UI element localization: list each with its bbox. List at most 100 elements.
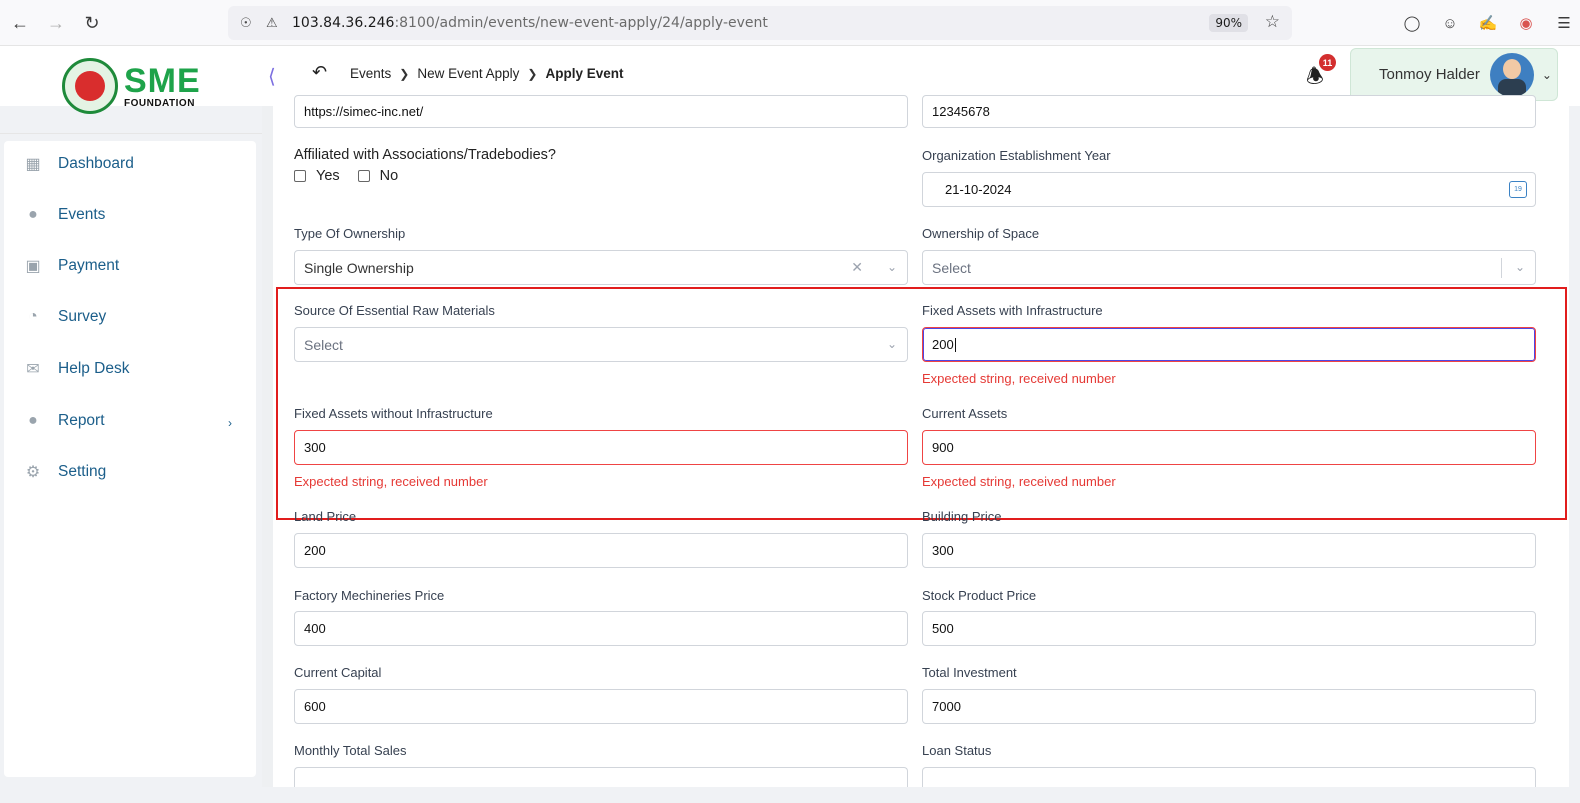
current-assets-field[interactable]: 900	[922, 430, 1536, 465]
undo-back-icon[interactable]: ↶	[312, 62, 327, 83]
grid-icon: ▦	[25, 156, 41, 173]
building-price-value: 300	[932, 543, 954, 558]
total-investment-label: Total Investment	[922, 665, 1017, 680]
ownership-type-value: Single Ownership	[304, 259, 414, 276]
fixed-assets-with-field[interactable]: 200	[922, 327, 1536, 362]
lock-icon: ●	[28, 206, 38, 223]
breadcrumb-events[interactable]: Events	[350, 66, 391, 81]
reload-icon[interactable]: ↻	[74, 5, 110, 41]
avatar	[1489, 52, 1534, 97]
gear-icon: ⚙	[25, 464, 41, 481]
land-price-field[interactable]: 200	[294, 533, 908, 568]
sidebar-divider	[0, 133, 262, 134]
back-arrow-icon[interactable]: ←	[2, 5, 38, 41]
sidebar-item-label: Events	[58, 206, 106, 223]
user-name: Tonmoy Halder	[1379, 66, 1480, 83]
ownership-type-label: Type Of Ownership	[294, 226, 406, 241]
calendar-icon[interactable]: 19	[1509, 181, 1527, 198]
breadcrumb-separator-icon: ❯	[399, 66, 410, 81]
extensions-icon[interactable]: ✍	[1478, 13, 1498, 33]
establishment-year-label: Organization Establishment Year	[922, 148, 1111, 163]
addon-icon[interactable]: ◉	[1516, 13, 1536, 33]
total-investment-field[interactable]: 7000	[922, 689, 1536, 724]
sidebar-item-help-desk[interactable]: ✉ Help Desk	[22, 354, 130, 384]
sidebar-item-label: Dashboard	[58, 155, 134, 172]
account-icon[interactable]: ☺	[1440, 13, 1460, 33]
content-gutter	[262, 106, 273, 787]
lock-icon: ●	[28, 412, 38, 429]
land-price-label: Land Price	[294, 509, 357, 524]
notification-badge: 11	[1319, 54, 1336, 71]
current-capital-field[interactable]: 600	[294, 689, 908, 724]
factory-price-field[interactable]: 400	[294, 611, 908, 646]
factory-price-value: 400	[304, 621, 326, 636]
mail-icon: ✉	[26, 361, 40, 378]
fixed-assets-with-error: Expected string, received number	[922, 371, 1116, 386]
land-price-value: 200	[304, 543, 326, 558]
current-capital-label: Current Capital	[294, 665, 382, 680]
fixed-assets-with-label: Fixed Assets with Infrastructure	[922, 303, 1103, 318]
current-assets-value: 900	[932, 440, 954, 455]
breadcrumb-separator-icon: ❯	[527, 66, 538, 81]
establishment-year-field[interactable]: 21-10-2024 19	[922, 172, 1536, 207]
zoom-level[interactable]: 90%	[1209, 14, 1248, 32]
sidebar-item-payment[interactable]: ▣ Payment	[22, 251, 119, 281]
ownership-space-placeholder: Select	[932, 259, 971, 276]
breadcrumb: Events ❯ New Event Apply ❯ Apply Event	[350, 66, 623, 81]
forward-arrow-icon[interactable]: →	[38, 5, 74, 41]
chevron-down-icon[interactable]: ⌄	[1515, 260, 1525, 274]
bookmark-star-icon[interactable]: ☆	[1265, 12, 1280, 32]
address-bar[interactable]: ☉ ⚠ 103.84.36.246:8100/admin/events/new-…	[228, 6, 1292, 40]
phone-field[interactable]: 12345678	[922, 95, 1536, 128]
pie-icon: ◔	[28, 308, 38, 325]
monthly-sales-field[interactable]	[294, 767, 908, 787]
affiliated-label: Affiliated with Associations/Tradebodies…	[294, 147, 556, 163]
sidebar-item-label: Payment	[58, 257, 120, 274]
affiliated-yes-checkbox[interactable]	[294, 170, 306, 182]
clear-icon[interactable]: ✕	[851, 259, 863, 276]
logo-sme-text: SME	[124, 61, 201, 100]
ownership-space-label: Ownership of Space	[922, 226, 1040, 241]
total-investment-value: 7000	[932, 699, 961, 714]
chevron-down-icon[interactable]: ⌄	[1542, 68, 1552, 82]
shield-icon[interactable]: ☉	[240, 15, 254, 31]
browser-toolbar: ← → ↻ ☉ ⚠ 103.84.36.246:8100/admin/event…	[0, 0, 1580, 46]
factory-price-label: Factory Mechineries Price	[294, 588, 445, 603]
building-price-field[interactable]: 300	[922, 533, 1536, 568]
fixed-assets-without-value: 300	[304, 440, 326, 455]
url-host: 103.84.36.246	[292, 15, 395, 31]
sidebar-item-report[interactable]: ● Report	[22, 406, 105, 436]
url-path: :8100/admin/events/new-event-apply/24/ap…	[394, 15, 768, 31]
loan-status-label: Loan Status	[922, 743, 992, 758]
sidebar-item-survey[interactable]: ◔ Survey	[22, 302, 106, 332]
raw-materials-label: Source Of Essential Raw Materials	[294, 303, 495, 318]
sidebar-item-setting[interactable]: ⚙ Setting	[22, 457, 106, 487]
website-field[interactable]: https://simec-inc.net/	[294, 95, 908, 128]
stock-price-field[interactable]: 500	[922, 611, 1536, 646]
pocket-icon[interactable]: ◯	[1402, 13, 1422, 33]
chevron-down-icon[interactable]: ⌄	[887, 337, 897, 351]
sidebar-item-events[interactable]: ● Events	[22, 200, 105, 230]
chevron-down-icon[interactable]: ⌄	[887, 260, 897, 274]
monthly-sales-label: Monthly Total Sales	[294, 743, 407, 758]
sidebar-item-label: Report	[58, 412, 105, 429]
insecure-lock-icon[interactable]: ⚠	[266, 15, 280, 31]
menu-icon[interactable]: ☰	[1554, 13, 1574, 33]
sidebar-collapse-icon[interactable]: ⟨	[268, 64, 276, 89]
fixed-assets-without-field[interactable]: 300	[294, 430, 908, 465]
logo-foundation-text: FOUNDATION	[124, 97, 195, 109]
chevron-right-icon[interactable]: ›	[228, 416, 232, 430]
loan-status-field[interactable]	[922, 767, 1536, 787]
user-menu[interactable]: Tonmoy Halder ⌄	[1350, 48, 1558, 101]
affiliated-no-label: No	[379, 168, 399, 184]
sidebar-item-label: Setting	[58, 463, 107, 480]
sidebar-item-label: Help Desk	[58, 360, 130, 377]
sidebar-item-dashboard[interactable]: ▦ Dashboard	[22, 149, 134, 179]
breadcrumb-new-event-apply[interactable]: New Event Apply	[417, 66, 519, 81]
ownership-type-select[interactable]: Single Ownership ✕ ⌄	[294, 250, 908, 285]
raw-materials-select[interactable]: Select ⌄	[294, 327, 908, 362]
sme-foundation-logo[interactable]: SME FOUNDATION	[62, 58, 201, 114]
affiliated-no-checkbox[interactable]	[357, 170, 370, 182]
ownership-space-select[interactable]: Select ⌄	[922, 250, 1536, 285]
affiliated-yes-label: Yes	[316, 168, 340, 184]
